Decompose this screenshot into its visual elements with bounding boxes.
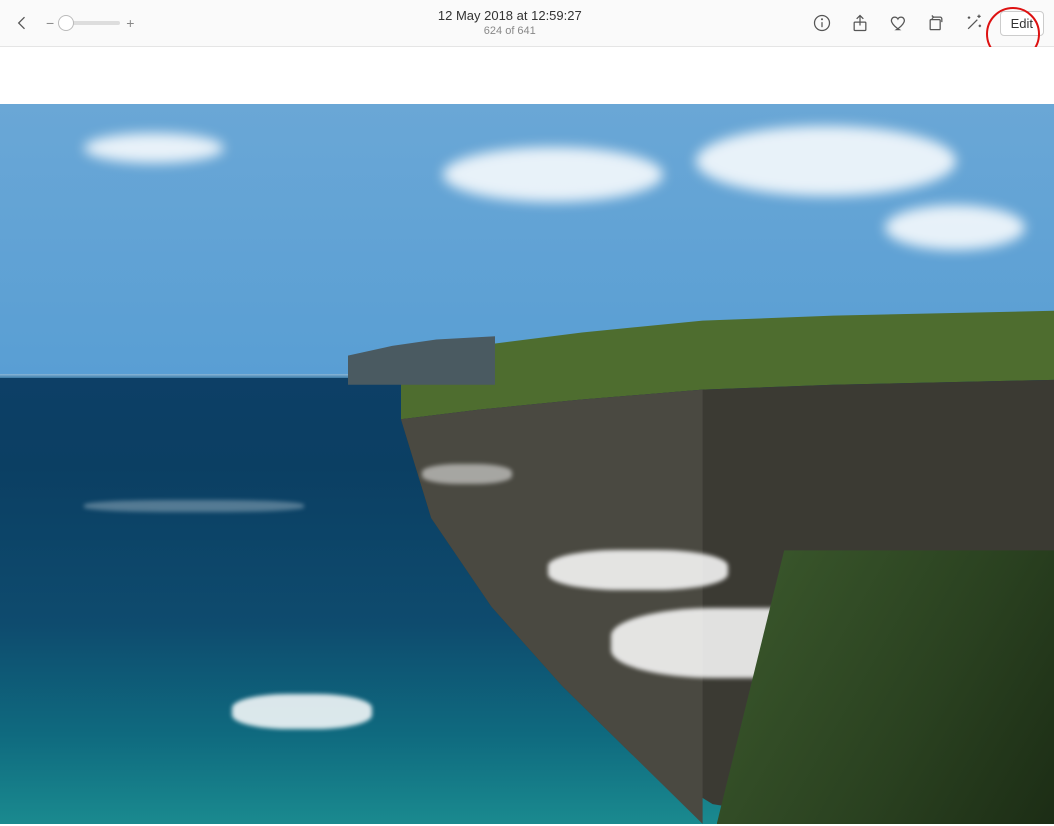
favorite-button[interactable] [886,11,910,35]
zoom-out-label[interactable]: − [46,15,54,31]
info-button[interactable] [810,11,834,35]
back-button[interactable] [10,11,34,35]
photo-cloud [696,126,956,196]
photo-cloud [84,133,224,163]
chevron-left-icon [12,13,32,33]
photo-foam [548,550,728,590]
photo-foam [422,464,512,484]
zoom-slider-track[interactable] [60,21,120,25]
zoom-control[interactable]: − + [46,15,134,31]
share-icon [850,13,870,33]
toolbar-right: Edit [810,11,1044,36]
heart-icon [888,13,908,33]
info-icon [812,13,832,33]
edit-button[interactable]: Edit [1000,11,1044,36]
toolbar-title: 12 May 2018 at 12:59:27 624 of 641 [210,9,810,37]
photo-foam [232,694,372,729]
photo-date: 12 May 2018 at 12:59:27 [210,9,810,23]
sparkle-icon [964,13,984,33]
photo-cloud [885,205,1025,250]
photo-foam [84,500,304,512]
rotate-icon [926,13,946,33]
zoom-in-label[interactable]: + [126,15,134,31]
toolbar: − + 12 May 2018 at 12:59:27 624 of 641 E… [0,0,1054,47]
rotate-button[interactable] [924,11,948,35]
photo-viewer [0,47,1054,826]
photo-canvas[interactable] [0,104,1054,824]
share-button[interactable] [848,11,872,35]
zoom-slider-thumb[interactable] [58,15,74,31]
photo-cloud [443,147,663,202]
toolbar-left: − + [10,11,210,35]
photo-position: 624 of 641 [210,25,810,37]
auto-enhance-button[interactable] [962,11,986,35]
